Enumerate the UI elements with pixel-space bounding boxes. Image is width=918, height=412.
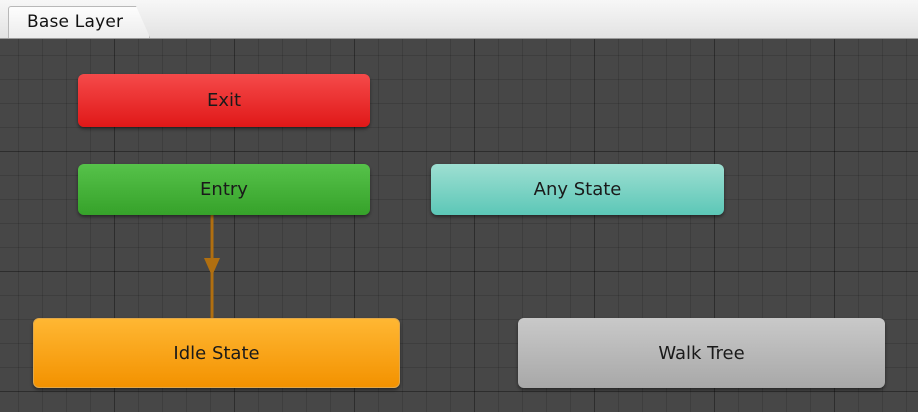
state-any-state[interactable]: Any State	[431, 164, 724, 215]
breadcrumb-base-layer[interactable]: Base Layer	[8, 6, 151, 38]
state-entry[interactable]: Entry	[78, 164, 370, 215]
state-any-state-label: Any State	[533, 179, 622, 200]
state-entry-label: Entry	[200, 179, 248, 200]
state-walk-tree-label: Walk Tree	[658, 342, 745, 364]
animator-toolbar: Base Layer	[0, 0, 918, 39]
state-walk-tree[interactable]: Walk Tree	[518, 318, 885, 388]
state-exit[interactable]: Exit	[78, 74, 370, 127]
animator-window: Base Layer Exit Entry Any State Idle Sta…	[0, 0, 918, 412]
state-idle-label: Idle State	[173, 342, 260, 364]
state-exit-label: Exit	[206, 90, 242, 111]
state-idle[interactable]: Idle State	[33, 318, 400, 388]
